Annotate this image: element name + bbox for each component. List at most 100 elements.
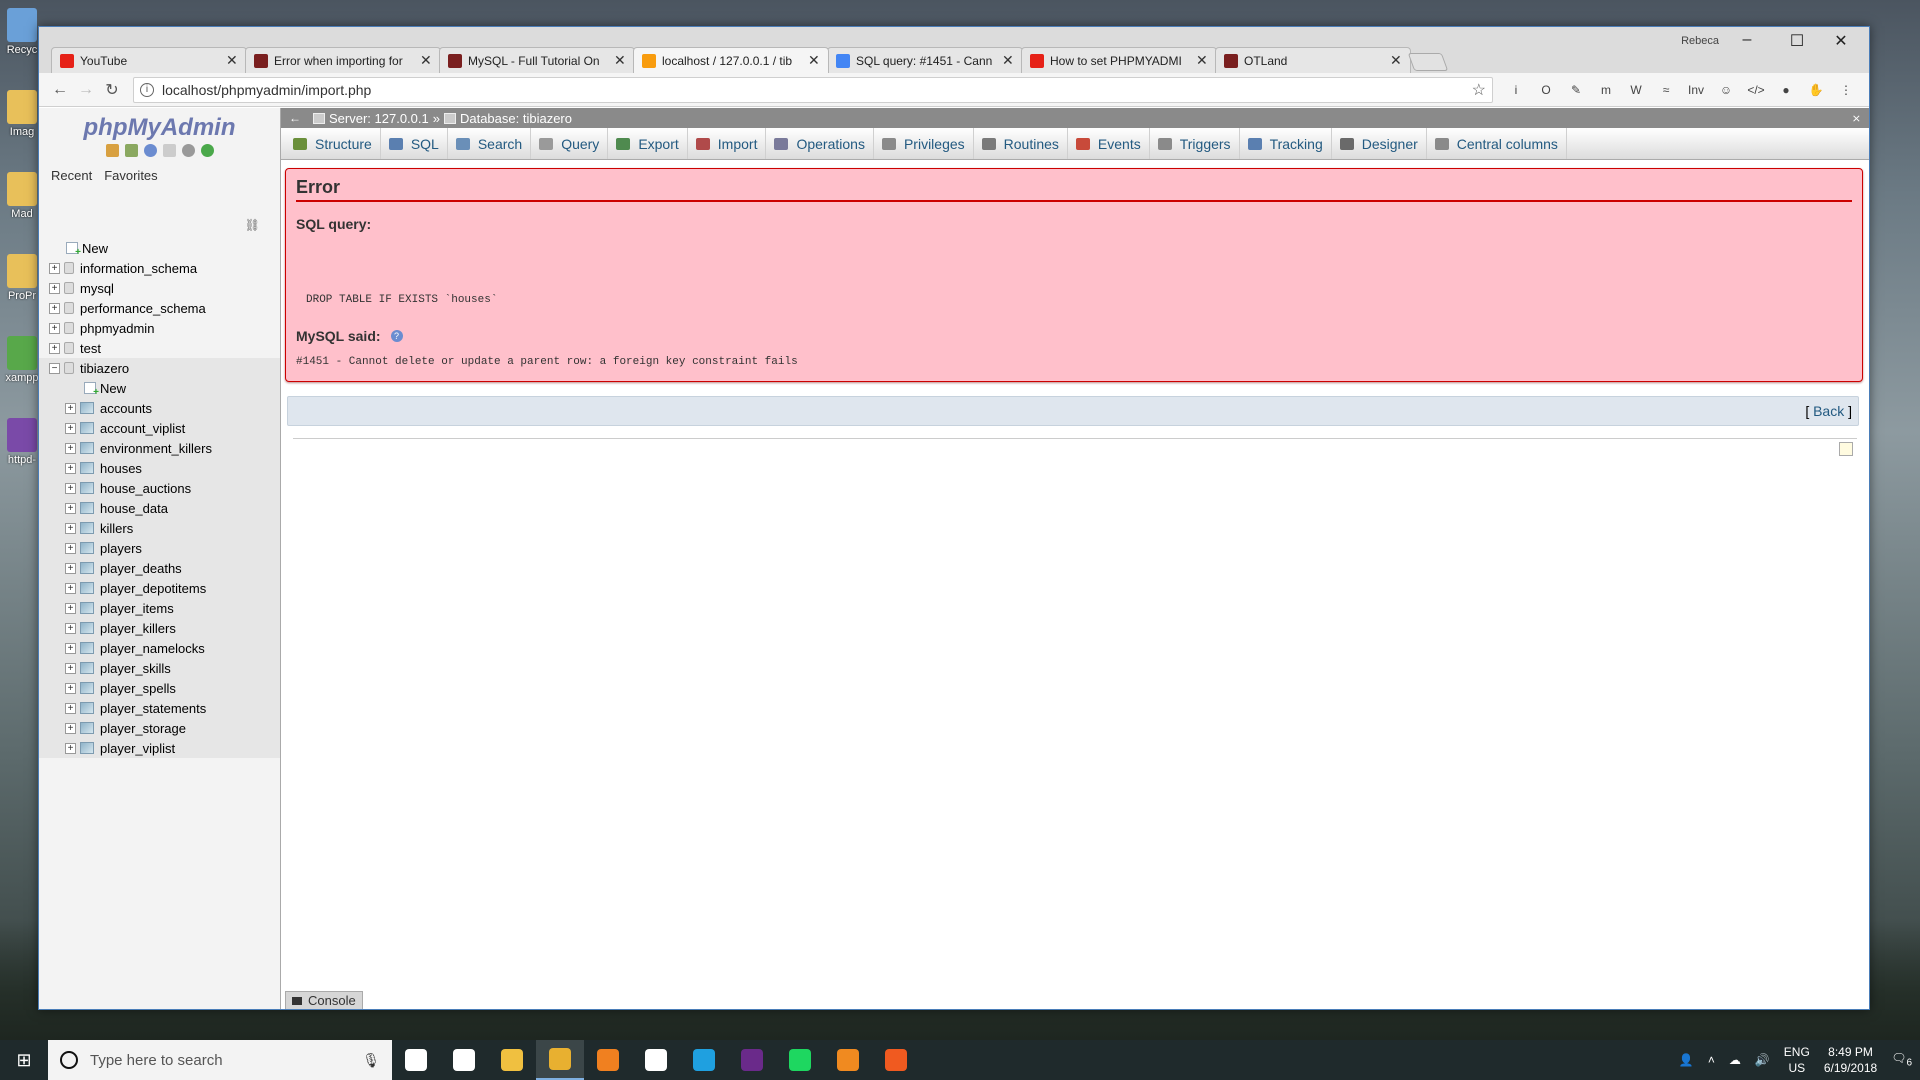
expand-plus-icon[interactable]: + bbox=[65, 482, 76, 494]
tree-table[interactable]: + player_skills bbox=[39, 658, 280, 678]
new-tab-button[interactable] bbox=[1407, 53, 1449, 71]
tree-table[interactable]: + killers bbox=[39, 518, 280, 538]
taskbar-slack[interactable] bbox=[632, 1040, 680, 1080]
minimize-icon[interactable]: – bbox=[1727, 31, 1767, 53]
tree-table[interactable]: + player_statements bbox=[39, 698, 280, 718]
extension-icon[interactable]: </> bbox=[1741, 77, 1771, 103]
expand-plus-icon[interactable]: + bbox=[65, 422, 76, 434]
extension-icon[interactable]: Inv bbox=[1681, 77, 1711, 103]
tab-operations[interactable]: Operations bbox=[766, 128, 874, 159]
tree-table[interactable]: + player_storage bbox=[39, 718, 280, 738]
tab-query[interactable]: Query bbox=[531, 128, 609, 159]
expand-plus-icon[interactable]: + bbox=[65, 462, 76, 474]
extension-icon[interactable]: ☺ bbox=[1711, 77, 1741, 103]
tree-database[interactable]: + information_schema bbox=[39, 258, 280, 278]
tree-database[interactable]: + phpmyadmin bbox=[39, 318, 280, 338]
browser-tab[interactable]: YouTube ✕ bbox=[51, 47, 247, 73]
extension-icon[interactable]: ● bbox=[1771, 77, 1801, 103]
close-tab-icon[interactable]: ✕ bbox=[226, 52, 238, 69]
tree-table[interactable]: + player_viplist bbox=[39, 738, 280, 758]
extension-icon[interactable]: i bbox=[1501, 77, 1531, 103]
tab-sql[interactable]: SQL bbox=[381, 128, 448, 159]
tab-search[interactable]: Search bbox=[448, 128, 532, 159]
home-icon[interactable] bbox=[105, 144, 119, 157]
tree-database[interactable]: + performance_schema bbox=[39, 298, 280, 318]
expand-plus-icon[interactable]: + bbox=[65, 582, 76, 594]
logout-icon[interactable] bbox=[124, 144, 138, 157]
extension-icon[interactable]: ✋ bbox=[1801, 77, 1831, 103]
address-bar[interactable]: i localhost/phpmyadmin/import.php ☆ bbox=[133, 76, 1493, 103]
back-link[interactable]: Back bbox=[1813, 403, 1844, 419]
tab-routines[interactable]: Routines bbox=[974, 128, 1068, 159]
expand-plus-icon[interactable]: + bbox=[65, 442, 76, 454]
input-language[interactable]: ENG US bbox=[1784, 1044, 1810, 1076]
back-arrow-icon[interactable]: ← bbox=[47, 77, 73, 103]
maximize-icon[interactable]: ☐ bbox=[1777, 31, 1817, 53]
close-tab-icon[interactable]: ✕ bbox=[420, 52, 432, 69]
taskbar-xampp[interactable] bbox=[872, 1040, 920, 1080]
tree-table[interactable]: + player_deaths bbox=[39, 558, 280, 578]
tree-table[interactable]: + house_data bbox=[39, 498, 280, 518]
breadcrumb-database[interactable]: Database: tibiazero bbox=[460, 111, 572, 126]
favorites-tab[interactable]: Favorites bbox=[104, 168, 157, 183]
tree-table[interactable]: + houses bbox=[39, 458, 280, 478]
expand-plus-icon[interactable]: + bbox=[49, 322, 60, 334]
documentation-help-icon[interactable]: ? bbox=[390, 330, 403, 342]
people-icon[interactable]: 👤 bbox=[1679, 1053, 1694, 1067]
tab-designer[interactable]: Designer bbox=[1332, 128, 1427, 159]
expand-plus-icon[interactable]: + bbox=[65, 562, 76, 574]
expand-plus-icon[interactable]: + bbox=[65, 622, 76, 634]
expand-plus-icon[interactable]: + bbox=[65, 662, 76, 674]
collapse-arrow-icon[interactable]: ← bbox=[289, 111, 301, 125]
expand-plus-icon[interactable]: + bbox=[65, 602, 76, 614]
profile-name[interactable]: Rebeca bbox=[1681, 35, 1719, 47]
close-tab-icon[interactable]: ✕ bbox=[1002, 52, 1014, 69]
tree-table[interactable]: + player_killers bbox=[39, 618, 280, 638]
volume-icon[interactable]: 🔊 bbox=[1755, 1053, 1770, 1067]
close-tab-icon[interactable]: ✕ bbox=[614, 52, 626, 69]
tree-new-table[interactable]: New bbox=[39, 378, 280, 398]
tab-export[interactable]: Export bbox=[608, 128, 688, 159]
desktop-icon[interactable]: httpd- bbox=[4, 418, 40, 466]
desktop-icon[interactable]: Mad bbox=[4, 172, 40, 220]
browser-tab[interactable]: Error when importing for ✕ bbox=[245, 47, 441, 73]
breadcrumb-server[interactable]: Server: 127.0.0.1 bbox=[329, 111, 429, 126]
page-settings-icon[interactable] bbox=[1839, 442, 1853, 456]
settings-gear-icon[interactable] bbox=[181, 144, 195, 157]
expand-plus-icon[interactable]: + bbox=[65, 522, 76, 534]
recent-tab[interactable]: Recent bbox=[51, 168, 92, 183]
extension-icon[interactable]: ≈ bbox=[1651, 77, 1681, 103]
expand-plus-icon[interactable]: + bbox=[65, 402, 76, 414]
expand-plus-icon[interactable]: + bbox=[65, 742, 76, 754]
network-icon[interactable]: ☁ bbox=[1729, 1053, 1741, 1067]
browser-tab[interactable]: localhost / 127.0.0.1 / tib ✕ bbox=[633, 47, 829, 73]
info-icon[interactable]: i bbox=[140, 82, 154, 97]
desktop-icon[interactable]: xampp bbox=[4, 336, 40, 384]
tree-database[interactable]: + test bbox=[39, 338, 280, 358]
extension-icon[interactable]: ✎ bbox=[1561, 77, 1591, 103]
tab-tracking[interactable]: Tracking bbox=[1240, 128, 1332, 159]
tree-table[interactable]: + environment_killers bbox=[39, 438, 280, 458]
browser-tab[interactable]: MySQL - Full Tutorial On ✕ bbox=[439, 47, 635, 73]
taskbar-task-view[interactable] bbox=[392, 1040, 440, 1080]
tab-central-columns[interactable]: Central columns bbox=[1427, 128, 1567, 159]
windows-start-icon[interactable]: ⊞ bbox=[0, 1040, 48, 1080]
tree-table[interactable]: + account_viplist bbox=[39, 418, 280, 438]
expand-plus-icon[interactable]: + bbox=[49, 282, 60, 294]
expand-plus-icon[interactable]: + bbox=[49, 342, 60, 354]
taskbar-file-explorer[interactable] bbox=[488, 1040, 536, 1080]
expand-plus-icon[interactable]: + bbox=[65, 722, 76, 734]
reload-icon[interactable]: ↻ bbox=[99, 77, 125, 103]
browser-tab[interactable]: SQL query: #1451 - Cann ✕ bbox=[827, 47, 1023, 73]
help-icon[interactable] bbox=[143, 144, 157, 157]
taskbar-firefox[interactable] bbox=[584, 1040, 632, 1080]
phpmyadmin-logo[interactable]: phpMyAdmin bbox=[39, 108, 280, 142]
tree-table[interactable]: + player_items bbox=[39, 598, 280, 618]
extension-icon[interactable]: m bbox=[1591, 77, 1621, 103]
tree-table[interactable]: + players bbox=[39, 538, 280, 558]
expand-plus-icon[interactable]: + bbox=[65, 542, 76, 554]
link-chain-icon[interactable]: ⛓ bbox=[245, 218, 260, 232]
close-window-icon[interactable]: ✕ bbox=[1821, 31, 1861, 53]
taskbar-skype[interactable] bbox=[680, 1040, 728, 1080]
tree-table[interactable]: + accounts bbox=[39, 398, 280, 418]
